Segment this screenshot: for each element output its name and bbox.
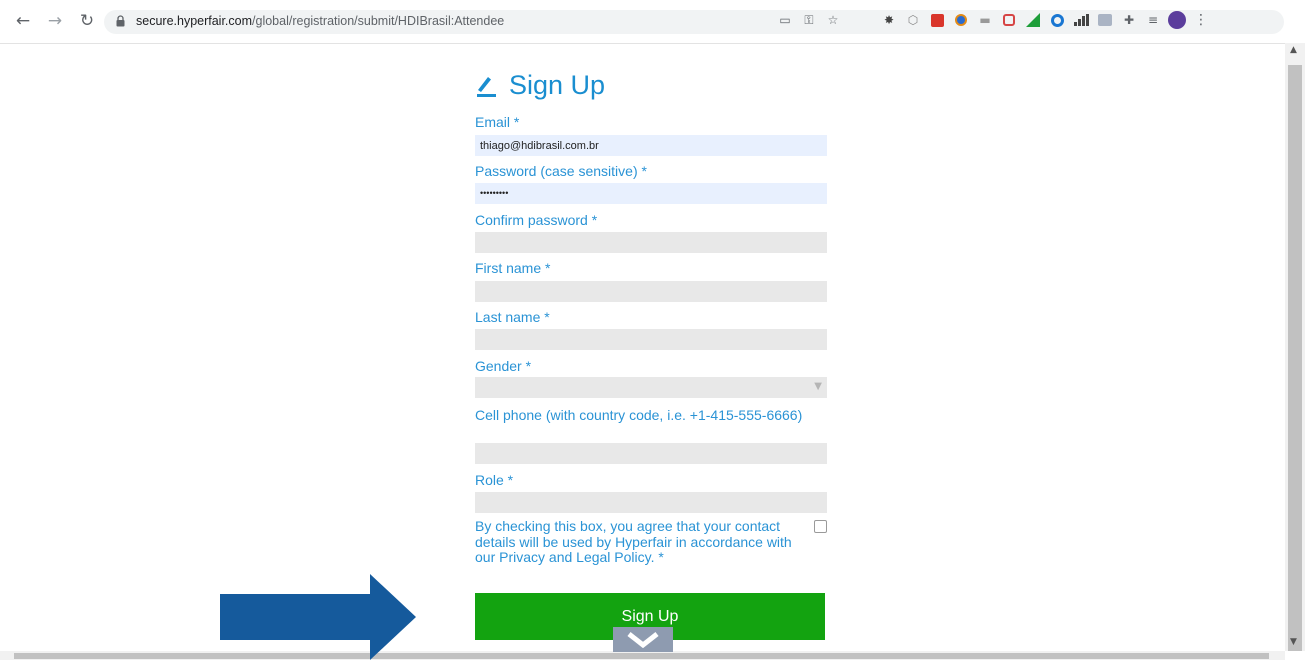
- form-header: Sign Up: [475, 70, 605, 101]
- scroll-down-hint[interactable]: [613, 627, 673, 652]
- last-name-label: Last name *: [475, 309, 550, 325]
- extension-circle-icon[interactable]: [1048, 11, 1066, 29]
- pencil-edit-icon: [477, 76, 496, 97]
- vertical-scroll-thumb[interactable]: [1288, 65, 1302, 651]
- dropdown-arrow-icon: ▼: [814, 381, 822, 392]
- url-path: /global/registration/submit/HDIBrasil:At…: [252, 14, 505, 28]
- confirm-password-label: Confirm password *: [475, 212, 598, 228]
- cell-phone-label: Cell phone (with country code, i.e. +1-4…: [475, 407, 803, 423]
- lock-icon: [116, 15, 125, 27]
- reload-icon[interactable]: ↻: [76, 10, 98, 32]
- chevron-down-icon: [627, 631, 659, 648]
- extensions-row: ✸ ⬡ ▬ ✚ ≡ ⋮: [880, 11, 1216, 29]
- forward-arrow-icon[interactable]: →: [44, 10, 66, 32]
- extension-globe-icon[interactable]: [952, 11, 970, 29]
- extension-signal-icon[interactable]: [1072, 11, 1090, 29]
- browser-toolbar: ← → ↻ secure.hyperfair.com/global/regist…: [0, 0, 1305, 44]
- extension-pdf-icon[interactable]: [928, 11, 946, 29]
- scroll-up-icon[interactable]: ▲: [1290, 45, 1297, 55]
- horizontal-scroll-thumb[interactable]: [14, 653, 1269, 659]
- extensions-puzzle-icon[interactable]: ✚: [1120, 11, 1138, 29]
- media-queue-icon[interactable]: ≡: [1144, 11, 1162, 29]
- extension-triangle-icon[interactable]: [1024, 11, 1042, 29]
- confirm-password-field[interactable]: [475, 232, 827, 253]
- role-field[interactable]: [475, 492, 827, 513]
- scroll-down-icon[interactable]: ▼: [1290, 637, 1297, 647]
- consent-checkbox[interactable]: [814, 520, 827, 533]
- omnibox-actions: ▭ ⚿ ☆: [776, 11, 848, 29]
- email-label: Email *: [475, 114, 520, 130]
- kebab-menu-icon[interactable]: ⋮: [1192, 11, 1210, 29]
- gender-label: Gender *: [475, 358, 532, 374]
- extension-feather-icon[interactable]: ✸: [880, 11, 898, 29]
- email-field[interactable]: [475, 135, 827, 156]
- cell-phone-field[interactable]: [475, 443, 827, 464]
- extension-code-icon[interactable]: [1096, 11, 1114, 29]
- star-icon[interactable]: ☆: [824, 11, 842, 29]
- back-arrow-icon[interactable]: ←: [12, 10, 34, 32]
- key-icon[interactable]: ⚿: [800, 11, 818, 29]
- password-label: Password (case sensitive) *: [475, 163, 647, 179]
- cast-icon[interactable]: ▭: [776, 11, 794, 29]
- url-host: secure.hyperfair.com: [136, 14, 253, 28]
- gender-select[interactable]: ▼: [475, 377, 827, 398]
- role-label: Role *: [475, 472, 514, 488]
- right-arrow-icon: [220, 574, 416, 660]
- vertical-scrollbar[interactable]: ▲ ▼: [1285, 43, 1305, 651]
- url-text: secure.hyperfair.com/global/registration…: [136, 14, 504, 28]
- page-title: Sign Up: [509, 70, 606, 100]
- horizontal-scrollbar[interactable]: [0, 651, 1285, 660]
- password-field[interactable]: •••••••••: [475, 183, 827, 204]
- first-name-label: First name *: [475, 260, 551, 276]
- consent-text: By checking this box, you agree that you…: [475, 518, 792, 565]
- extension-hex-icon[interactable]: ⬡: [904, 11, 922, 29]
- last-name-field[interactable]: [475, 329, 827, 350]
- extension-chat-icon[interactable]: ▬: [976, 11, 994, 29]
- profile-avatar[interactable]: [1168, 11, 1186, 29]
- first-name-field[interactable]: [475, 281, 827, 302]
- extension-pocket-icon[interactable]: [1000, 11, 1018, 29]
